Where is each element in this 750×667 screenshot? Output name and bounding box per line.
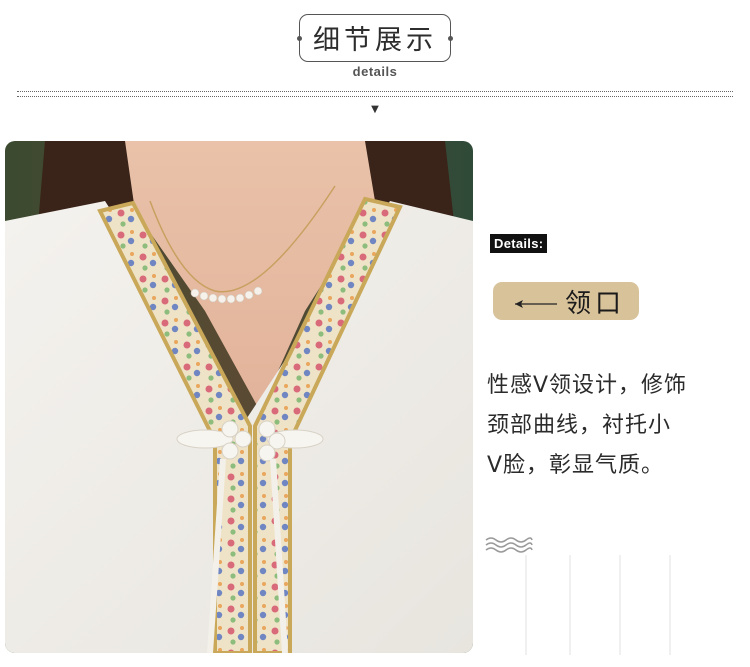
desc-line: 性感V领设计，修饰 <box>487 373 688 398</box>
wave-decoration-icon <box>485 535 533 555</box>
desc-line: 颈部曲线，衬托小 <box>487 413 672 438</box>
divider <box>17 91 733 97</box>
desc-line: V脸，彰显气质。 <box>487 453 665 478</box>
caret-down-icon: ▼ <box>371 104 379 115</box>
details-badge: Details: <box>490 234 548 253</box>
section-title-wrap: 细节展示 <box>0 14 750 62</box>
section-title: 细节展示 <box>297 14 453 62</box>
feature-label: 领口 <box>565 288 626 319</box>
section-subtitle: details <box>352 64 398 79</box>
feature-description: 性感V领设计，修饰 颈部曲线，衬托小 V脸，彰显气质。 <box>487 366 727 486</box>
feature-pill: 领口 <box>493 282 639 320</box>
stripe-decoration <box>520 555 720 655</box>
product-detail-photo <box>5 141 473 653</box>
arrow-left-icon <box>511 295 559 308</box>
